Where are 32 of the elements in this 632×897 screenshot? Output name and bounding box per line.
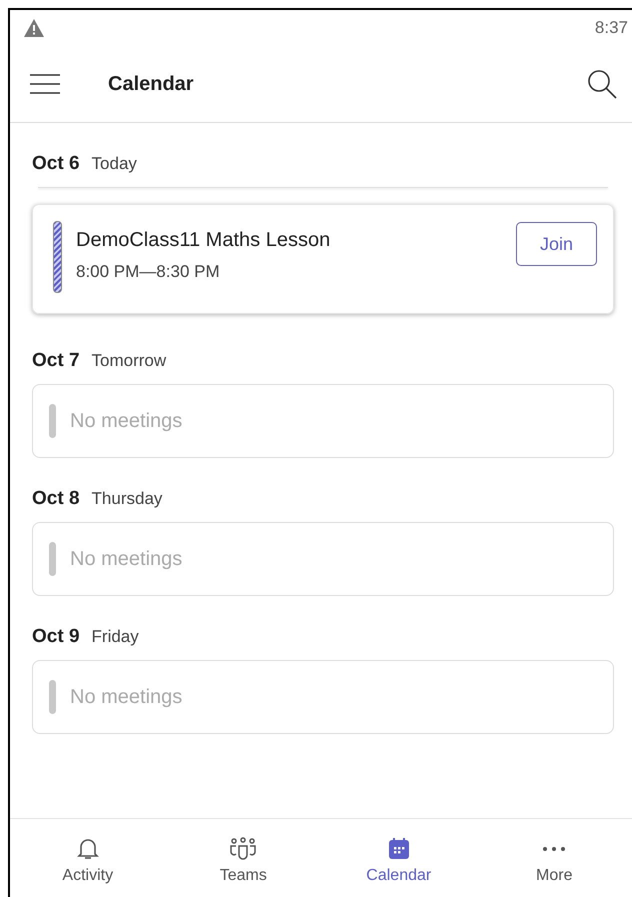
nav-tab[interactable]: Teams	[166, 819, 321, 897]
placeholder-bar	[49, 680, 56, 714]
join-button[interactable]: Join	[516, 222, 597, 266]
day-date: Oct 6	[32, 153, 80, 175]
page-title: Calendar	[108, 72, 195, 96]
nav-tab[interactable]: Calendar	[321, 819, 476, 897]
no-meetings-text: No meetings	[70, 686, 182, 708]
placeholder-bar	[49, 404, 56, 438]
calendar-icon	[386, 836, 411, 860]
menu-button[interactable]	[30, 72, 60, 96]
day-date: Oct 7	[32, 350, 80, 372]
day-date: Oct 8	[32, 488, 80, 510]
meeting-title: DemoClass11 Maths Lesson	[76, 229, 332, 252]
search-button[interactable]	[586, 68, 618, 100]
day-name: Thursday	[92, 489, 162, 509]
status-time: 8:37	[594, 18, 628, 38]
day-name: Today	[92, 154, 137, 174]
no-meetings-text: No meetings	[70, 548, 182, 570]
people-icon	[229, 836, 258, 860]
day-name: Tomorrow	[92, 351, 166, 371]
bell-icon	[76, 836, 99, 860]
nav-tab[interactable]: Activity	[10, 819, 166, 897]
meeting-time: 8:00 PM—8:30 PM	[76, 262, 221, 282]
nav-tab[interactable]: More	[476, 819, 632, 897]
meeting-stripe	[53, 221, 62, 293]
day-date: Oct 9	[32, 626, 80, 648]
placeholder-bar	[49, 542, 56, 576]
day-name: Friday	[92, 627, 139, 647]
more-icon	[543, 846, 566, 850]
meeting-card[interactable]: DemoClass11 Maths Lesson 8:00 PM—8:30 PM Join	[32, 204, 614, 314]
no-meetings-text: No meetings	[70, 410, 182, 432]
warning-icon	[24, 19, 44, 37]
